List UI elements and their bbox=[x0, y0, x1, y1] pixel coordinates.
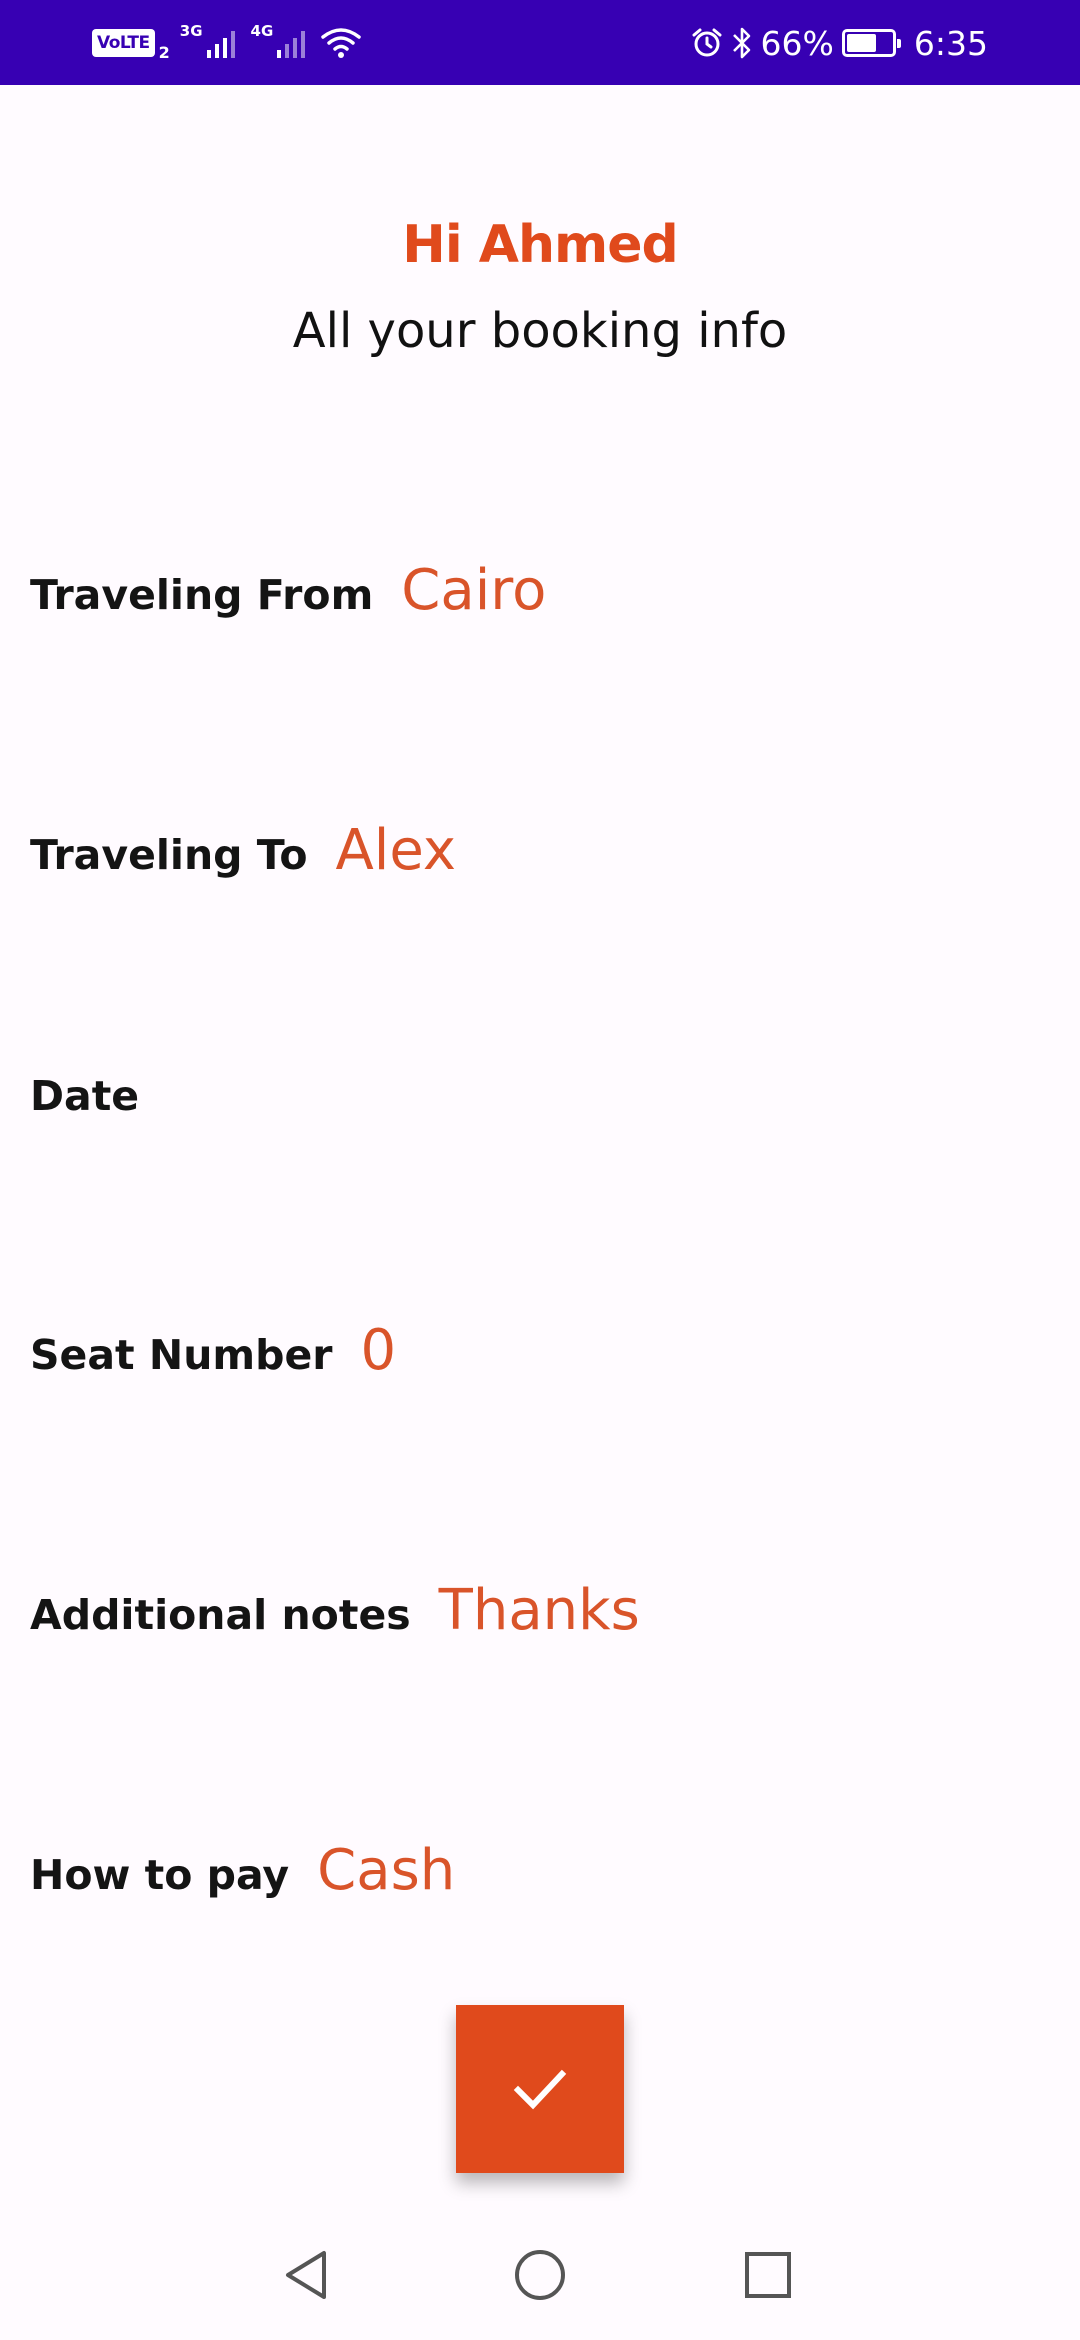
back-button[interactable] bbox=[273, 2240, 343, 2310]
battery-icon bbox=[841, 29, 901, 57]
payment-method-label: How to pay bbox=[30, 1851, 290, 1899]
payment-method-row: How to pay Cash bbox=[30, 1838, 455, 1903]
recents-button[interactable] bbox=[733, 2240, 803, 2310]
traveling-from-value: Cairo bbox=[401, 558, 547, 623]
date-row: Date bbox=[30, 1072, 167, 1120]
check-icon bbox=[513, 2069, 567, 2110]
wifi-icon bbox=[321, 28, 362, 58]
bluetooth-icon bbox=[732, 27, 750, 59]
date-label: Date bbox=[30, 1072, 140, 1120]
clock: 6:35 bbox=[913, 23, 988, 63]
seat-number-label: Seat Number bbox=[30, 1331, 333, 1379]
status-bar-left: VoLTE 2 3G 4G bbox=[92, 20, 362, 66]
recents-icon bbox=[745, 2252, 791, 2298]
traveling-from-label: Traveling From bbox=[30, 571, 374, 619]
home-icon bbox=[515, 2250, 565, 2300]
page-subtitle: All your booking info bbox=[292, 303, 788, 359]
traveling-from-row: Traveling From Cairo bbox=[30, 558, 546, 623]
alarm-icon bbox=[692, 28, 722, 57]
battery-percent: 66% bbox=[760, 23, 834, 63]
back-icon bbox=[286, 2251, 326, 2299]
network-type-1: 3G bbox=[179, 22, 203, 40]
greeting-title: Hi Ahmed bbox=[402, 215, 678, 275]
payment-method-value: Cash bbox=[317, 1838, 456, 1903]
traveling-to-row: Traveling To Alex bbox=[30, 818, 456, 883]
seat-number-value: 0 bbox=[360, 1318, 397, 1383]
navigation-bar bbox=[0, 2210, 1080, 2340]
additional-notes-row: Additional notes Thanks bbox=[30, 1578, 640, 1643]
home-button[interactable] bbox=[505, 2240, 575, 2310]
traveling-to-label: Traveling To bbox=[30, 831, 308, 879]
signal-icon bbox=[206, 31, 235, 58]
sim-number: 2 bbox=[158, 43, 170, 62]
status-bar-right: 66% 6:35 bbox=[691, 20, 988, 66]
battery-level bbox=[846, 34, 876, 52]
network-type-2: 4G bbox=[250, 22, 274, 40]
volte-badge: VoLTE bbox=[92, 29, 155, 57]
additional-notes-value: Thanks bbox=[438, 1578, 640, 1643]
signal-icon bbox=[277, 31, 306, 58]
booking-info-screen: VoLTE 2 3G 4G 66% 6:35 Hi Ahmed All your… bbox=[0, 0, 1080, 2340]
traveling-to-value: Alex bbox=[335, 818, 456, 883]
additional-notes-label: Additional notes bbox=[30, 1591, 411, 1639]
seat-number-row: Seat Number 0 bbox=[30, 1318, 396, 1383]
status-bar: VoLTE 2 3G 4G 66% 6:35 bbox=[0, 0, 1080, 85]
confirm-button[interactable] bbox=[456, 2005, 624, 2173]
